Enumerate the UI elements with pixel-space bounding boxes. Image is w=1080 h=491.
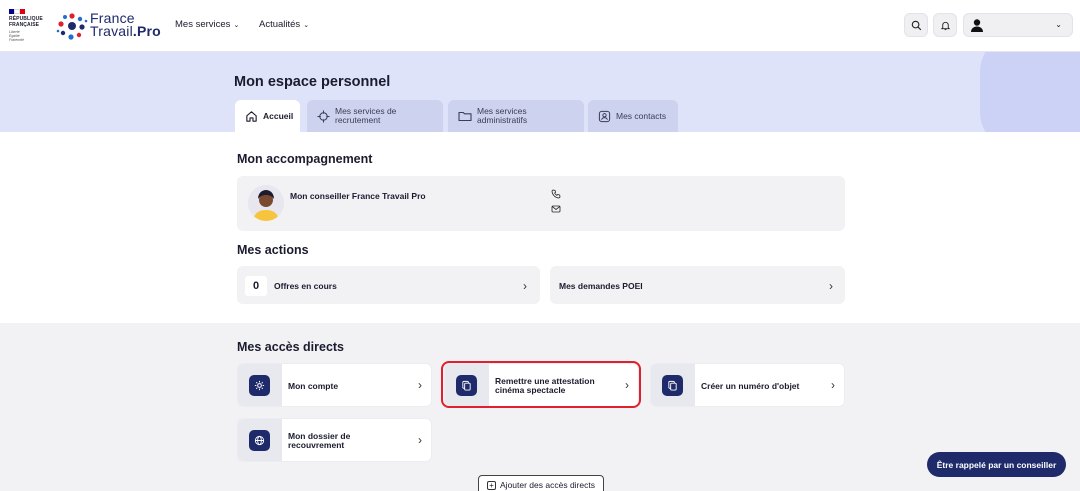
plus-icon: + [487,480,497,490]
globe-icon [254,435,265,446]
search-button[interactable] [904,13,928,37]
tab-services-administratifs[interactable]: Mes services administratifs [448,100,584,132]
crosshair-icon [317,109,330,123]
offres-en-cours-label: Offres en cours [274,281,337,291]
brand-name[interactable]: France Travail.Pro [90,11,161,38]
republique-francaise-logo[interactable]: RÉPUBLIQUE FRANÇAISE Liberté Égalité Fra… [9,9,49,43]
france-travail-logo-icon[interactable] [56,10,88,42]
tab-services-recrutement[interactable]: Mes services de recrutement [307,100,443,132]
section-title-actions: Mes actions [237,243,309,257]
top-header: RÉPUBLIQUE FRANÇAISE Liberté Égalité Fra… [0,0,1080,52]
chevron-down-icon: ⌄ [1055,20,1062,29]
nav-actualites[interactable]: Actualités ⌄ [259,19,309,30]
section-title-accompagnement: Mon accompagnement [237,152,373,166]
section-title-acces-directs: Mes accès directs [237,340,345,354]
user-menu-button[interactable]: ⌄ [963,13,1073,37]
tab-accueil[interactable]: Accueil [235,100,300,132]
demandes-poei-card[interactable]: Mes demandes POEI › [550,266,845,304]
nav-mes-services[interactable]: Mes services ⌄ [175,19,239,30]
direct-access-numero-objet[interactable]: Créer un numéro d'objet › [650,363,845,407]
hero-band: Mon espace personnel Accueil Mes service… [0,52,1080,132]
gear-icon [254,380,265,391]
user-icon [971,19,983,32]
direct-access-label: Créer un numéro d'objet [701,381,800,391]
avatar [248,185,284,221]
notifications-button[interactable] [933,13,957,37]
callback-request-button[interactable]: Être rappelé par un conseiller [927,452,1066,477]
page-title: Mon espace personnel [234,74,391,90]
direct-access-label: Mon compte [288,381,339,391]
folder-icon [458,111,472,122]
search-icon [911,20,921,30]
offers-count: 0 [245,276,267,296]
direct-access-dossier-recouvrement[interactable]: Mon dossier de recouvrement › [237,418,432,462]
highlight-box [441,361,641,408]
rf-motto: Liberté Égalité Fraternité [9,30,24,42]
add-direct-access-button[interactable]: + Ajouter des accès directs [478,475,604,491]
chevron-right-icon: › [523,279,527,293]
bell-icon [940,21,950,30]
contact-icon [598,110,611,122]
rf-logo-line-2: FRANÇAISE [9,22,40,28]
advisor-card: Mon conseiller France Travail Pro [237,176,845,231]
avatar-illustration [248,185,284,221]
tab-mes-contacts[interactable]: Mes contacts [588,100,678,132]
decorative-shape [980,52,1080,132]
phone-icon[interactable] [551,189,561,199]
advisor-name: Mon conseiller France Travail Pro [290,191,426,201]
demandes-poei-label: Mes demandes POEI [559,281,643,291]
chevron-right-icon: › [418,378,422,392]
document-icon [668,380,677,391]
direct-access-label: Mon dossier de recouvrement [288,431,351,450]
mail-icon[interactable] [551,204,561,214]
home-icon [246,110,257,122]
direct-access-mon-compte[interactable]: Mon compte › [237,363,432,407]
chevron-right-icon: › [831,378,835,392]
offres-en-cours-card[interactable]: 0 Offres en cours › [237,266,540,304]
chevron-right-icon: › [829,279,833,293]
french-flag-icon [9,9,26,14]
chevron-down-icon: ⌄ [233,22,240,29]
chevron-right-icon: › [418,433,422,447]
chevron-down-icon: ⌄ [303,22,310,29]
